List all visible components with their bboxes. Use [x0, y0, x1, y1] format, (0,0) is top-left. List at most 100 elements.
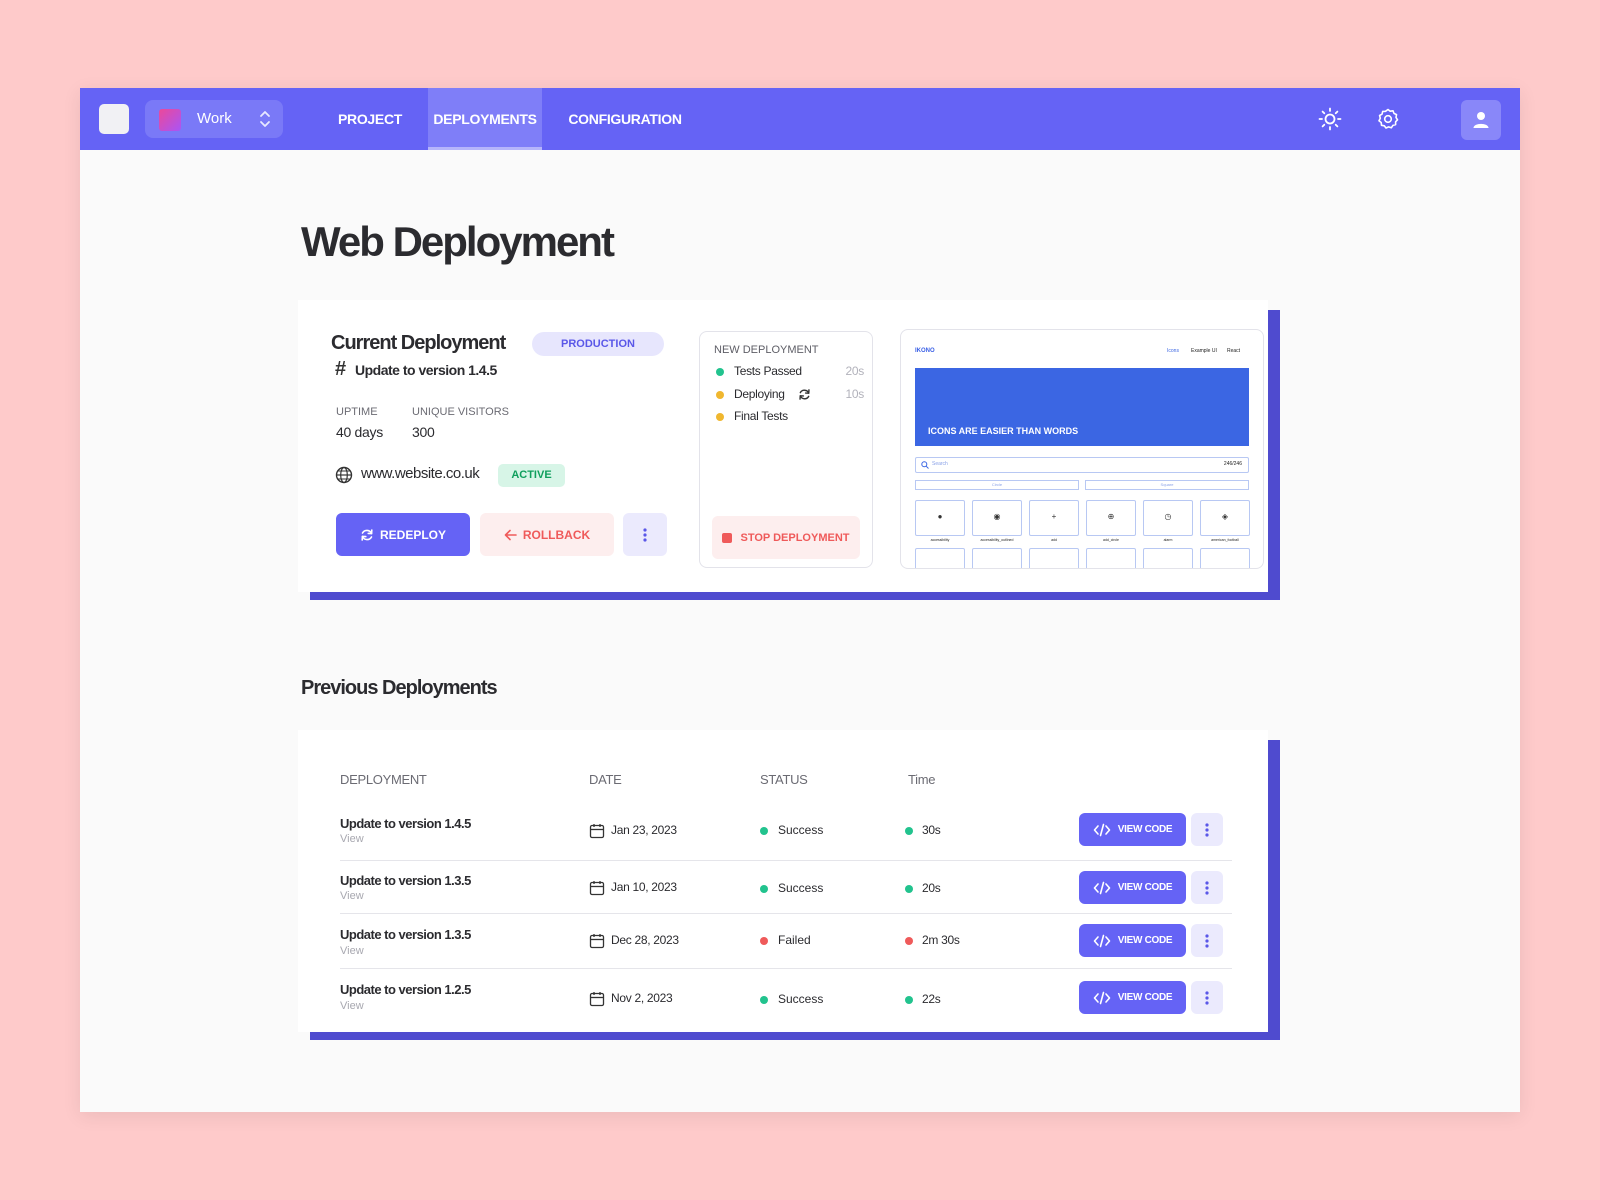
previous-deployments-table: DEPLOYMENT DATE STATUS Time Update to ve… — [298, 730, 1268, 1032]
deployment-duration: 22s — [922, 992, 941, 1006]
time-dot — [905, 885, 913, 893]
view-code-button[interactable]: VIEW CODE — [1079, 813, 1186, 846]
status-dot — [760, 937, 768, 945]
stop-deployment-button[interactable]: STOP DEPLOYMENT — [712, 516, 860, 559]
step-label: Deploying — [734, 387, 785, 401]
preview-tile-label: add — [1051, 538, 1057, 542]
user-avatar[interactable] — [1461, 100, 1501, 140]
page-title: Web Deployment — [301, 218, 615, 265]
calendar-icon — [589, 992, 605, 1007]
app-logo[interactable] — [99, 104, 129, 134]
deployment-name: Update to version 1.3.5 — [340, 873, 471, 888]
view-link[interactable]: View — [340, 945, 364, 957]
more-vertical-icon — [1205, 990, 1209, 1005]
hash-icon: # — [335, 358, 347, 380]
row-more-button[interactable] — [1191, 813, 1223, 846]
redeploy-label: REDEPLOY — [379, 527, 446, 542]
status-dot — [760, 827, 768, 835]
add-icon: + — [1051, 512, 1057, 521]
code-icon — [1093, 934, 1111, 947]
preview-icon-tile — [1200, 548, 1250, 568]
view-link[interactable]: View — [340, 1000, 364, 1012]
view-code-button[interactable]: VIEW CODE — [1079, 981, 1186, 1014]
calendar-icon — [589, 881, 605, 896]
column-header-time: Time — [908, 772, 936, 787]
chevron-up-down-icon — [260, 111, 270, 127]
view-code-button[interactable]: VIEW CODE — [1079, 924, 1186, 957]
alarm-icon: ◷ — [1164, 512, 1172, 521]
deployment-duration: 20s — [922, 881, 941, 895]
step-status-dot — [716, 368, 724, 376]
deployment-date: Nov 2, 2023 — [611, 991, 673, 1005]
step-deploying: Deploying 10s — [714, 387, 864, 403]
row-more-button[interactable] — [1191, 871, 1223, 904]
deployment-duration: 2m 30s — [922, 933, 960, 947]
preview-nav-item: Icons — [1167, 348, 1179, 354]
row-more-button[interactable] — [1191, 981, 1223, 1014]
code-icon — [1093, 881, 1111, 894]
new-deployment-title: NEW DEPLOYMENT — [714, 344, 819, 356]
preview-toggle: Square — [1085, 480, 1249, 490]
workspace-switcher[interactable]: Work — [145, 100, 283, 138]
row-more-button[interactable] — [1191, 924, 1223, 957]
current-deployment-card: Current Deployment PRODUCTION # Update t… — [298, 300, 1268, 592]
column-header-date: DATE — [589, 772, 622, 787]
preview-icon-tile — [972, 548, 1022, 568]
time-dot — [905, 996, 913, 1004]
view-code-button[interactable]: VIEW CODE — [1079, 871, 1186, 904]
more-vertical-icon — [643, 527, 647, 542]
new-deployment-panel: NEW DEPLOYMENT Tests Passed 20s Deployin… — [699, 331, 873, 568]
view-code-label: VIEW CODE — [1117, 824, 1173, 835]
time-dot — [905, 937, 913, 945]
tab-deployments[interactable]: DEPLOYMENTS — [428, 88, 542, 150]
preview-icon-tile: ◈ — [1200, 500, 1250, 536]
visitors-value: 300 — [412, 424, 435, 440]
deployment-duration: 30s — [922, 823, 941, 837]
time-dot — [905, 827, 913, 835]
step-time: 20s — [845, 364, 865, 378]
user-icon — [1473, 112, 1489, 128]
more-options-button[interactable] — [623, 513, 667, 556]
sync-icon — [799, 389, 810, 400]
rollback-label: ROLLBACK — [522, 527, 591, 542]
preview-hero: ICONS ARE EASIER THAN WORDS — [915, 368, 1249, 446]
site-url-link[interactable]: www.website.co.uk — [361, 465, 480, 482]
deployment-date: Jan 10, 2023 — [611, 880, 677, 894]
tab-project[interactable]: PROJECT — [330, 88, 410, 150]
rollback-button[interactable]: ROLLBACK — [480, 513, 614, 556]
code-icon — [1093, 991, 1111, 1004]
view-code-label: VIEW CODE — [1117, 882, 1173, 893]
deployment-status: Success — [778, 823, 824, 837]
preview-icon-tile: ⊕ — [1086, 500, 1136, 536]
gear-icon[interactable] — [1375, 106, 1401, 132]
preview-tile-label: american_football — [1211, 538, 1239, 542]
tab-configuration[interactable]: CONFIGURATION — [560, 88, 690, 150]
table-row: Update to version 1.3.5 View Jan 10, 202… — [340, 860, 1232, 914]
deployment-status: Success — [778, 992, 824, 1006]
sun-icon[interactable] — [1317, 106, 1343, 132]
preview-icon-tile: ◷ — [1143, 500, 1193, 536]
step-time: 10s — [845, 387, 865, 401]
uptime-value: 40 days — [336, 424, 383, 440]
more-vertical-icon — [1205, 822, 1209, 837]
view-code-label: VIEW CODE — [1117, 992, 1173, 1003]
redeploy-button[interactable]: REDEPLOY — [336, 513, 470, 556]
site-preview-thumbnail[interactable]: IKONO Icons Example UI React ICONS ARE E… — [900, 329, 1264, 569]
code-icon — [1093, 823, 1111, 836]
preview-icon-tile: ● — [915, 500, 965, 536]
accessibility-icon: ● — [937, 512, 943, 521]
preview-search: Search 246/246 — [915, 457, 1249, 473]
deployment-name: Update to version 1.2.5 — [340, 982, 471, 997]
environment-badge: PRODUCTION — [532, 332, 664, 356]
step-final-tests: Final Tests — [714, 409, 864, 425]
workspace-label: Work — [197, 110, 232, 127]
preview-nav-item: Example UI — [1191, 348, 1217, 354]
view-link[interactable]: View — [340, 833, 364, 845]
view-link[interactable]: View — [340, 890, 364, 902]
previous-deployments-title: Previous Deployments — [301, 677, 498, 699]
table-row: Update to version 1.4.5 View Jan 23, 202… — [340, 802, 1232, 856]
uptime-label: UPTIME — [336, 406, 378, 418]
deployment-status: Failed — [778, 933, 811, 947]
step-status-dot — [716, 413, 724, 421]
preview-icon-tile — [1143, 548, 1193, 568]
